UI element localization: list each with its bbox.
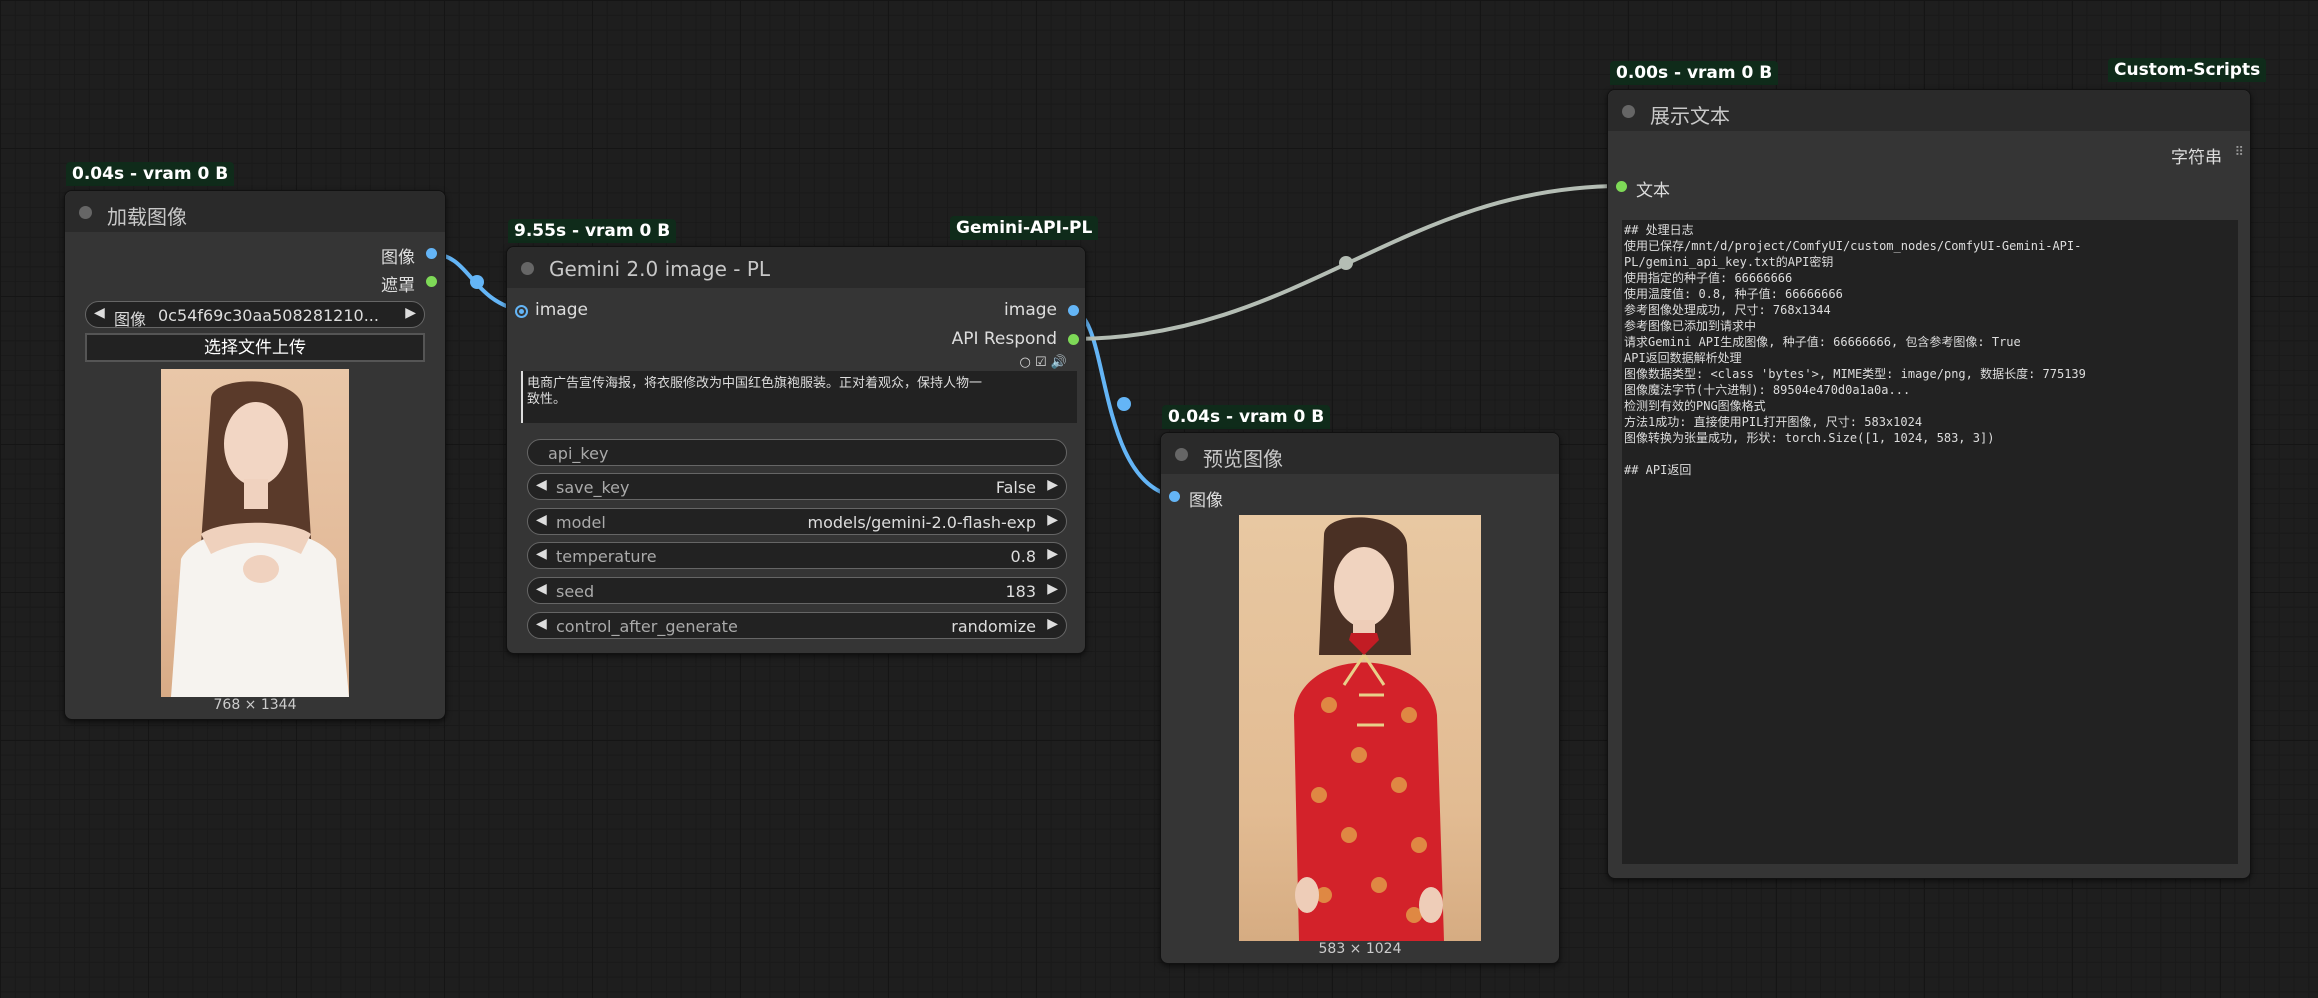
gemini-title: Gemini 2.0 image - PL — [549, 257, 771, 281]
collapse-dot-icon[interactable] — [1622, 105, 1635, 118]
link-image-midpoint — [470, 275, 484, 289]
increment-arrow-icon[interactable]: ▶ — [1047, 477, 1058, 493]
control-after-generate-label: control_after_generate — [556, 617, 738, 636]
link-text-midpoint — [1339, 256, 1353, 270]
woman-red-qipao-image — [1294, 517, 1444, 941]
prompt-textarea[interactable]: 电商广告宣传海报，将衣服修改为中国红色旗袍服装。正对着观众，保持人物一 致性。 — [521, 371, 1077, 423]
output-port-image[interactable] — [426, 248, 437, 259]
image-combo-value: 0c54f69c30aa508281210... — [158, 306, 379, 325]
decrement-arrow-icon[interactable]: ◀ — [536, 477, 547, 493]
preview-title: 预览图像 — [1203, 447, 1283, 471]
show-text-title: 展示文本 — [1650, 104, 1730, 128]
speaker-icon[interactable]: 🔊 — [1051, 355, 1067, 370]
gemini-timing-badge: 9.55s - vram 0 B — [508, 219, 677, 243]
decrement-arrow-icon[interactable]: ◀ — [536, 512, 547, 528]
output-port-api-respond[interactable] — [1068, 334, 1079, 345]
collapse-dot-icon[interactable] — [521, 262, 534, 275]
image-combo-label: 图像 — [114, 310, 147, 329]
temperature-value: 0.8 — [1010, 547, 1036, 566]
output-port-image[interactable] — [1068, 305, 1079, 316]
image-select-combo[interactable]: ◀ 图像 0c54f69c30aa508281210... ▶ — [85, 301, 425, 329]
input-port-image[interactable] — [515, 305, 528, 318]
control-after-generate-widget[interactable]: ◀ control_after_generate randomize ▶ — [527, 612, 1067, 639]
combo-next-arrow-icon[interactable]: ▶ — [405, 305, 416, 321]
link-text-wire — [1071, 184, 1623, 341]
output-port-grid-icon[interactable]: ⠿ — [2234, 145, 2244, 160]
load-image-dimensions: 768 × 1344 — [213, 697, 297, 713]
model-widget[interactable]: ◀ model models/gemini-2.0-flash-exp ▶ — [527, 508, 1067, 535]
increment-arrow-icon[interactable]: ▶ — [1047, 512, 1058, 528]
circle-toggle-icon[interactable]: ○ — [1020, 355, 1031, 370]
preview-dimensions: 583 × 1024 — [1318, 941, 1402, 957]
output-label-string: 字符串 — [2171, 148, 2222, 168]
load-image-title: 加载图像 — [107, 205, 187, 229]
decrement-arrow-icon[interactable]: ◀ — [536, 546, 547, 562]
show-text-header[interactable]: 展示文本 — [1608, 90, 2250, 131]
input-port-image[interactable] — [1169, 491, 1180, 502]
temperature-widget[interactable]: ◀ temperature 0.8 ▶ — [527, 542, 1067, 569]
input-label-image: image — [535, 300, 588, 320]
decrement-arrow-icon[interactable]: ◀ — [536, 581, 547, 597]
temperature-label: temperature — [556, 547, 657, 566]
gemini-header[interactable]: Gemini 2.0 image - PL — [507, 247, 1085, 288]
checkbox-icon[interactable]: ☑ — [1035, 355, 1047, 370]
decrement-arrow-icon[interactable]: ◀ — [536, 616, 547, 632]
input-label-image: 图像 — [1189, 491, 1223, 511]
output-label-image: image — [1004, 300, 1057, 320]
link-preview-midpoint — [1117, 397, 1131, 411]
woman-white-sweater-image — [171, 381, 349, 697]
gemini-group-label: Gemini-API-PL — [950, 216, 1099, 240]
increment-arrow-icon[interactable]: ▶ — [1047, 581, 1058, 597]
api-key-placeholder: api_key — [548, 444, 609, 463]
model-label: model — [556, 513, 606, 532]
load-image-header[interactable]: 加载图像 — [65, 191, 445, 232]
load-image-timing-badge: 0.04s - vram 0 B — [66, 162, 235, 186]
save-key-label: save_key — [556, 478, 630, 497]
output-port-mask[interactable] — [426, 276, 437, 287]
seed-label: seed — [556, 582, 595, 601]
increment-arrow-icon[interactable]: ▶ — [1047, 616, 1058, 632]
show-text-group-label: Custom-Scripts — [2108, 58, 2267, 82]
control-after-generate-value: randomize — [951, 617, 1036, 636]
collapse-dot-icon[interactable] — [79, 206, 92, 219]
preview-timing-badge: 0.04s - vram 0 B — [1162, 405, 1331, 429]
textarea-toolbar: ○ ☑ 🔊 — [1020, 355, 1067, 370]
loaded-image-preview — [161, 369, 349, 697]
preview-header[interactable]: 预览图像 — [1161, 433, 1559, 474]
show-text-timing-badge: 0.00s - vram 0 B — [1610, 61, 1779, 85]
seed-widget[interactable]: ◀ seed 183 ▶ — [527, 577, 1067, 604]
seed-value: 183 — [1005, 582, 1036, 601]
preview-image — [1239, 515, 1481, 941]
show-text-node[interactable]: 展示文本 字符串 ⠿ 文本 ## 处理日志 使用已保存/mnt/d/projec… — [1607, 89, 2251, 879]
preview-image-node[interactable]: 预览图像 图像 583 × 1024 — [1160, 432, 1560, 964]
output-label-image: 图像 — [381, 248, 415, 268]
gemini-image-node[interactable]: Gemini 2.0 image - PL image image API Re… — [506, 246, 1086, 654]
increment-arrow-icon[interactable]: ▶ — [1047, 546, 1058, 562]
input-label-text: 文本 — [1636, 181, 1670, 201]
output-label-api-respond: API Respond — [951, 329, 1057, 349]
output-label-mask: 遮罩 — [381, 276, 415, 296]
api-key-input[interactable]: api_key — [527, 439, 1067, 466]
save-key-value: False — [995, 478, 1036, 497]
link-preview-wire — [1071, 309, 1174, 498]
upload-file-button[interactable]: 选择文件上传 — [85, 333, 425, 362]
save-key-widget[interactable]: ◀ save_key False ▶ — [527, 473, 1067, 500]
model-value: models/gemini-2.0-flash-exp — [807, 513, 1036, 532]
output-log-textarea[interactable]: ## 处理日志 使用已保存/mnt/d/project/ComfyUI/cust… — [1622, 220, 2238, 864]
collapse-dot-icon[interactable] — [1175, 448, 1188, 461]
input-port-text[interactable] — [1616, 181, 1627, 192]
combo-prev-arrow-icon[interactable]: ◀ — [94, 305, 105, 321]
load-image-node[interactable]: 加载图像 图像 遮罩 ◀ 图像 0c54f69c30aa508281210...… — [64, 190, 446, 720]
